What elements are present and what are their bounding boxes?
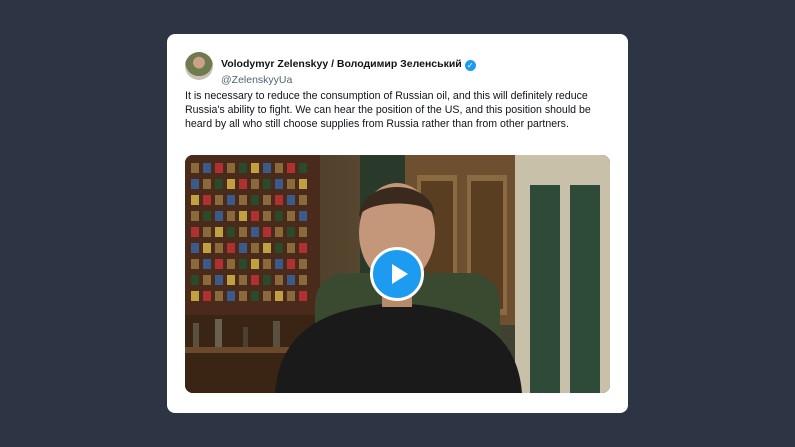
author-block: Volodymyr Zelenskyy / Володимир Зеленськ… <box>221 54 476 86</box>
author-name[interactable]: Volodymyr Zelenskyy / Володимир Зеленськ… <box>221 58 462 70</box>
author-handle[interactable]: @ZelenskyyUa <box>221 74 476 86</box>
avatar[interactable] <box>185 52 213 80</box>
tweet-card: Volodymyr Zelenskyy / Володимир Зеленськ… <box>167 34 628 413</box>
play-button[interactable] <box>370 247 424 301</box>
verified-badge-icon: ✓ <box>464 60 476 71</box>
play-icon <box>392 264 408 284</box>
video-player[interactable] <box>185 155 610 393</box>
tweet-text: It is necessary to reduce the consumptio… <box>185 90 591 131</box>
